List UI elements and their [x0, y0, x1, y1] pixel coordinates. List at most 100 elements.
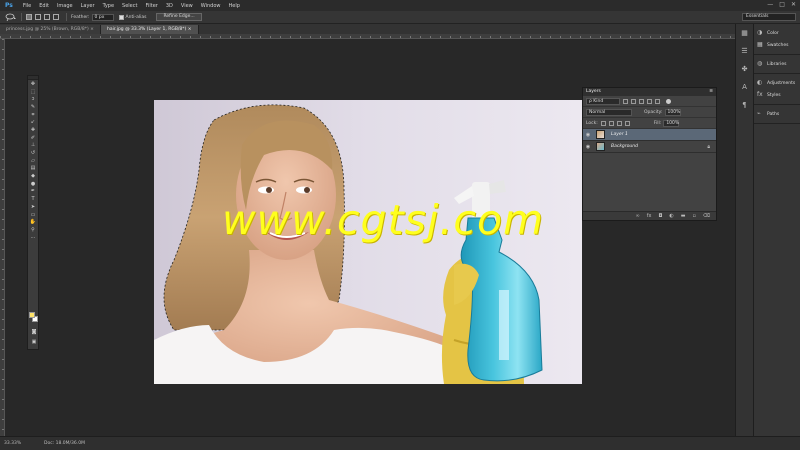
menu-3d[interactable]: 3D — [162, 3, 177, 9]
healing-tool-icon[interactable]: ✚ — [28, 126, 38, 134]
link-icon[interactable]: ∞ — [636, 213, 640, 219]
filter-adjustment-icon[interactable] — [631, 98, 636, 104]
menu-help[interactable]: Help — [225, 3, 244, 9]
character-icon[interactable]: A — [739, 82, 751, 92]
hand-tool-icon[interactable]: ✋ — [28, 218, 38, 226]
fx-icon[interactable]: fx — [647, 213, 652, 219]
minimize-button[interactable]: — — [767, 1, 773, 8]
quick-select-tool-icon[interactable]: ✎ — [28, 103, 38, 111]
more-tools-icon[interactable]: ⋯ — [28, 234, 38, 242]
layer-row-layer-1[interactable]: ◉ Layer 1 — [583, 129, 716, 141]
maximize-button[interactable]: □ — [779, 1, 785, 8]
dock-libraries[interactable]: ◍ Libraries — [754, 58, 800, 70]
antialias-checkbox[interactable] — [118, 14, 124, 20]
tab-princess[interactable]: princess.jpg @ 25% (Brown, RGB/8*) × — [0, 25, 101, 34]
menu-window[interactable]: Window — [197, 3, 225, 9]
dock-swatches-label: Swatches — [767, 42, 789, 48]
filter-pixel-icon[interactable] — [623, 98, 628, 104]
dock-adjustments[interactable]: ◐ Adjustments — [754, 77, 800, 89]
zoom-tool-icon[interactable]: ⚲ — [28, 226, 38, 234]
marquee-tool-icon[interactable]: ⬚ — [28, 88, 38, 96]
subtract-selection-icon[interactable] — [44, 14, 50, 20]
intersect-selection-icon[interactable] — [53, 14, 59, 20]
eye-icon[interactable]: ◉ — [583, 144, 593, 150]
feather-input[interactable]: 0 px — [91, 13, 114, 21]
filter-toggle-icon[interactable] — [666, 98, 671, 104]
stamp-tool-icon[interactable]: ⊥ — [28, 142, 38, 150]
refine-edge-button[interactable]: Refine Edge... — [156, 13, 202, 21]
opacity-input[interactable]: 100% — [664, 108, 681, 116]
path-select-tool-icon[interactable]: ➤ — [28, 203, 38, 211]
add-selection-icon[interactable] — [35, 14, 41, 20]
watermark-text: www.cgtsj.com — [222, 196, 545, 244]
filter-type-icon[interactable] — [639, 98, 644, 104]
brush-presets-icon[interactable]: ✤ — [739, 64, 751, 74]
layers-filter-row: ρ Kind — [583, 96, 716, 107]
new-layer-icon[interactable]: ▫ — [693, 213, 696, 219]
crop-tool-icon[interactable]: ⌗ — [28, 111, 38, 119]
lock-all-icon[interactable] — [624, 120, 630, 126]
history-icon[interactable]: ▦ — [739, 28, 751, 38]
palette-icon: ◑ — [757, 29, 763, 36]
menu-image[interactable]: Image — [53, 3, 77, 9]
lock-position-icon[interactable] — [616, 120, 622, 126]
trash-icon[interactable]: ⌫ — [703, 213, 710, 219]
foreground-color-swatch[interactable] — [29, 312, 35, 318]
shape-tool-icon[interactable]: ▭ — [28, 211, 38, 219]
screen-mode-icon[interactable]: ▣ — [29, 338, 39, 346]
layers-panel-header[interactable]: Layers ≡ — [583, 88, 716, 96]
mask-icon[interactable]: ◘ — [658, 213, 662, 219]
pen-tool-icon[interactable]: ✒ — [28, 188, 38, 196]
brush-tool-icon[interactable]: ✐ — [28, 134, 38, 142]
folder-icon[interactable]: ▬ — [681, 213, 686, 219]
dodge-tool-icon[interactable]: ● — [28, 180, 38, 188]
type-tool-icon[interactable]: T — [28, 195, 38, 203]
eyedropper-tool-icon[interactable]: ↙ — [28, 118, 38, 126]
menu-select[interactable]: Select — [118, 3, 141, 9]
filter-shape-icon[interactable] — [647, 98, 652, 104]
dock-paths[interactable]: ⌁ Paths — [754, 108, 800, 120]
close-button[interactable]: ✕ — [791, 1, 796, 8]
libraries-icon: ◍ — [757, 60, 763, 67]
menu-file[interactable]: File — [19, 3, 35, 9]
dock-color[interactable]: ◑ Color — [754, 27, 800, 39]
eraser-tool-icon[interactable]: ▱ — [28, 157, 38, 165]
menu-edit[interactable]: Edit — [35, 3, 53, 9]
menu-view[interactable]: View — [177, 3, 197, 9]
new-selection-icon[interactable] — [26, 14, 32, 20]
properties-icon[interactable]: ☰ — [739, 46, 751, 56]
blur-tool-icon[interactable]: ◆ — [28, 172, 38, 180]
lasso-tool-preset-icon[interactable] — [5, 13, 17, 22]
vertical-ruler — [0, 39, 5, 436]
zoom-level[interactable]: 33.33% — [0, 441, 28, 446]
panel-menu-icon[interactable]: ≡ — [709, 88, 713, 96]
paths-icon: ⌁ — [757, 110, 761, 117]
layer-row-background[interactable]: ◉ Background 🔒︎ — [583, 141, 716, 153]
menu-bar: Ps File Edit Image Layer Type Select Fil… — [0, 0, 800, 11]
filter-smart-icon[interactable] — [655, 98, 660, 104]
dock-panels: ◑ Color ▦ Swatches ◍ Libraries ◐ Adjustments… — [753, 24, 800, 436]
quick-mask-icon[interactable]: ◙ — [29, 328, 39, 336]
lock-transparent-icon[interactable] — [600, 120, 606, 126]
menu-type[interactable]: Type — [99, 3, 118, 9]
eye-icon[interactable]: ◉ — [583, 132, 593, 138]
fill-input[interactable]: 100% — [663, 119, 680, 127]
gradient-tool-icon[interactable]: ▤ — [28, 165, 38, 173]
paragraph-icon[interactable]: ¶ — [739, 100, 751, 110]
dock-styles[interactable]: fx Styles — [754, 89, 800, 101]
adjustment-icon[interactable]: ◐ — [669, 213, 673, 219]
document-info[interactable]: Doc: 18.0M/36.0M — [28, 441, 85, 446]
layer-filter-select[interactable]: ρ Kind — [586, 97, 620, 105]
dock-swatches[interactable]: ▦ Swatches — [754, 39, 800, 51]
blend-mode-select[interactable]: Normal — [586, 108, 632, 116]
menu-layer[interactable]: Layer — [77, 3, 99, 9]
antialias-label: Anti-alias — [125, 14, 147, 20]
lock-pixels-icon[interactable] — [608, 120, 614, 126]
menu-filter[interactable]: Filter — [141, 3, 161, 9]
workspace-select[interactable]: Essentials — [742, 13, 796, 21]
lasso-tool-icon[interactable]: ↄ — [28, 95, 38, 103]
layers-panel-title: Layers — [586, 89, 601, 94]
history-brush-tool-icon[interactable]: ↺ — [28, 149, 38, 157]
tab-hair[interactable]: hair.jpg @ 33.3% (Layer 1, RGB/8*) × — [100, 25, 199, 34]
move-tool-icon[interactable]: ✥ — [28, 80, 38, 88]
